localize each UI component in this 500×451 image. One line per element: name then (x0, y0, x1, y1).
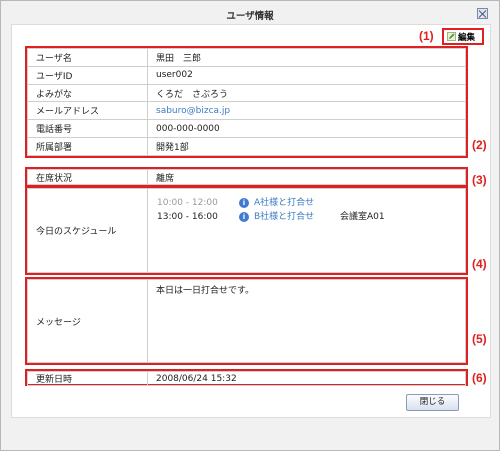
info-icon: i (239, 211, 249, 222)
annotation-5: (5) (472, 332, 487, 346)
edit-button[interactable]: 編集 (444, 30, 482, 43)
row-value: user002 (147, 65, 466, 85)
updated-value: 2008/06/24 15:32 (147, 371, 466, 386)
message-table: メッセージ 本日は一日打合せです。 (27, 279, 466, 363)
presence-value: 離席 (147, 169, 466, 185)
message-value: 本日は一日打合せです。 (147, 279, 466, 363)
edit-highlight: 編集 (442, 28, 484, 45)
annotation-2: (2) (472, 138, 487, 152)
row-value: くろだ さぶろう (147, 83, 466, 103)
annotation-4: (4) (472, 257, 487, 271)
row-label: メールアドレス (27, 101, 148, 121)
table-row: 今日のスケジュール 10:00 - 12:00 i A社様と打合せ 13:00 - … (27, 188, 466, 273)
table-row: 在席状況 離席 (27, 169, 466, 185)
annotation-3: (3) (472, 173, 487, 187)
updated-label: 更新日時 (27, 371, 148, 386)
table-row: 更新日時 2008/06/24 15:32 (27, 371, 466, 386)
table-row: メールアドレス saburo@bizca.jp (27, 101, 466, 121)
row-value: 黒田 三郎 (147, 48, 466, 67)
row-label: 所属部署 (27, 137, 148, 156)
schedule-place: 会議室A01 (340, 212, 385, 222)
updated-section: 更新日時 2008/06/24 15:32 (25, 369, 468, 386)
row-label: ユーザID (27, 65, 148, 85)
row-value: saburo@bizca.jp (147, 101, 466, 121)
message-label: メッセージ (27, 279, 148, 363)
schedule-title-link[interactable]: B社様と打合せ (254, 209, 340, 222)
schedule-title-link[interactable]: A社様と打合せ (254, 195, 340, 208)
annotation-6: (6) (472, 371, 487, 385)
updated-table: 更新日時 2008/06/24 15:32 (27, 371, 466, 386)
user-info-dialog: ユーザ情報 (1) 編集 ユーザ名 黒田 三郎 ユーザID user002 よみがな… (0, 0, 500, 451)
row-label: ユーザ名 (27, 48, 148, 67)
schedule-item: 13:00 - 16:00 i B社様と打合せ 会議室A01 (157, 209, 385, 222)
email-link[interactable]: saburo@bizca.jp (156, 106, 230, 116)
info-icon: i (239, 197, 249, 208)
edit-label: 編集 (458, 32, 476, 43)
presence-table: 在席状況 離席 (27, 169, 466, 185)
schedule-section: 今日のスケジュール 10:00 - 12:00 i A社様と打合せ 13:00 - … (25, 186, 468, 275)
message-section: メッセージ 本日は一日打合せです。 (25, 277, 468, 365)
close-button[interactable]: 閉じる (406, 394, 459, 411)
user-info-section: ユーザ名 黒田 三郎 ユーザID user002 よみがな くろだ さぶろう メールア… (25, 46, 468, 158)
schedule-cell: 10:00 - 12:00 i A社様と打合せ 13:00 - 16:00 i B社様と… (147, 188, 466, 273)
schedule-time: 10:00 - 12:00 (157, 198, 218, 208)
title-bar: ユーザ情報 (2, 2, 498, 24)
table-row: ユーザID user002 (27, 65, 466, 85)
schedule-table: 今日のスケジュール 10:00 - 12:00 i A社様と打合せ 13:00 - … (27, 188, 466, 273)
dialog-title: ユーザ情報 (226, 11, 274, 22)
schedule-time: 13:00 - 16:00 (157, 212, 218, 222)
table-row: よみがな くろだ さぶろう (27, 83, 466, 103)
row-label: よみがな (27, 83, 148, 103)
schedule-item: 10:00 - 12:00 i A社様と打合せ (157, 195, 340, 208)
table-row: メッセージ 本日は一日打合せです。 (27, 279, 466, 363)
presence-section: 在席状況 離席 (25, 167, 468, 187)
row-value: 開発1部 (147, 137, 466, 156)
presence-label: 在席状況 (27, 169, 148, 185)
user-info-table: ユーザ名 黒田 三郎 ユーザID user002 よみがな くろだ さぶろう メールア… (27, 48, 466, 156)
table-row: ユーザ名 黒田 三郎 (27, 48, 466, 67)
schedule-label: 今日のスケジュール (27, 188, 148, 273)
table-row: 所属部署 開発1部 (27, 137, 466, 156)
row-label: 電話番号 (27, 119, 148, 139)
row-value: 000-000-0000 (147, 119, 466, 139)
close-icon[interactable] (477, 8, 488, 19)
table-row: 電話番号 000-000-0000 (27, 119, 466, 139)
annotation-1: (1) (419, 29, 434, 43)
pencil-icon (447, 32, 456, 41)
